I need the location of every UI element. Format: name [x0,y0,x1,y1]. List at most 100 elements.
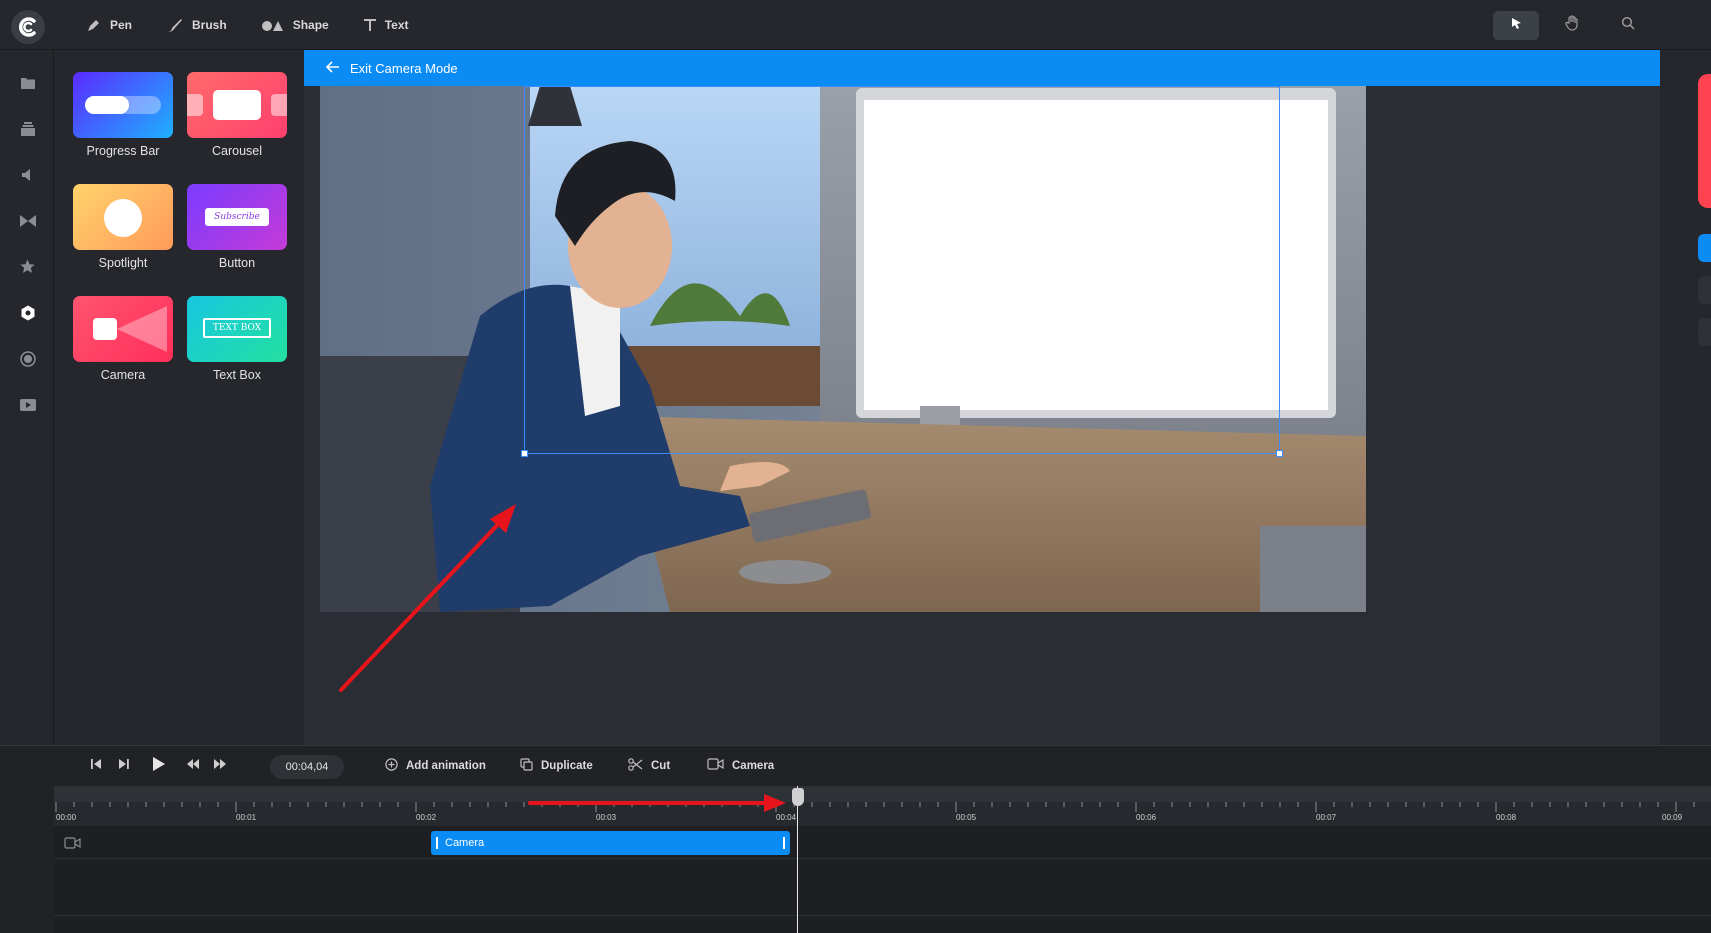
active-property-tab[interactable] [1698,234,1711,262]
text-label: Text [384,18,409,32]
shape-icon [261,18,285,32]
hand-tool-button[interactable] [1549,11,1595,40]
button-thumbnail: Subscribe [187,184,287,250]
view-tools [1493,11,1651,40]
widget-progress-bar[interactable]: Progress Bar [73,72,173,158]
ruler-tick-label: 00:00 [56,813,77,822]
progress-bar-thumbnail [73,72,173,138]
app-logo[interactable] [11,10,45,44]
record-icon[interactable] [19,350,36,367]
next-frame-button[interactable] [118,758,130,770]
add-animation-button[interactable]: Add animation [385,758,486,774]
top-toolbar: Pen Brush Shape Text [0,0,1711,50]
ruler-ticks [55,802,1695,812]
subscribe-sample: Subscribe [205,208,269,226]
widget-button[interactable]: Subscribe Button [187,184,287,270]
text-icon [363,18,377,32]
ruler-tick-label: 00:03 [596,813,617,822]
brush-label: Brush [192,18,227,32]
camera-clip-label: Camera [445,837,485,849]
shape-tool[interactable]: Shape [261,18,329,32]
widget-carousel[interactable]: Carousel [187,72,287,158]
ruler-tick-label: 00:01 [236,813,257,822]
drawing-tools: Pen Brush Shape Text [86,0,443,50]
select-icon [1509,16,1523,35]
search-icon [1621,16,1635,35]
empty-track [54,859,1711,916]
text-box-thumbnail: TEXT BOX [187,296,287,362]
timeline-controls: 00:04,04 Add animation Duplicate Cut Cam… [0,746,1711,786]
widget-label: Spotlight [98,256,148,270]
camera-thumbnail [73,296,173,362]
color-swatch-tab[interactable] [1698,74,1711,208]
audio-icon[interactable] [19,166,36,183]
camera-track: Camera [54,826,1711,859]
ruler-tick-label: 00:08 [1496,813,1517,822]
widget-camera[interactable]: Camera [73,296,173,382]
annotation-arrow-canvas [339,504,516,692]
timeline-ruler[interactable]: 00:00 00:01 00:02 00:03 00:04 00:05 00:06 00:07… [54,786,1711,826]
widget-text-box[interactable]: TEXT BOX Text Box [187,296,287,382]
skip-to-start-button[interactable] [90,758,102,770]
duplicate-button[interactable]: Duplicate [520,758,593,774]
ruler-tick-label: 00:06 [1136,813,1157,822]
pen-icon [86,17,102,33]
widget-label: Progress Bar [86,144,160,158]
cut-button[interactable]: Cut [628,758,670,774]
hand-icon [1564,15,1580,36]
ruler-tick-label: 00:09 [1662,813,1683,822]
fast-forward-button[interactable] [213,758,227,770]
camera-button[interactable]: Camera [707,758,774,773]
text-box-sample: TEXT BOX [203,318,271,338]
camera-icon [707,758,724,773]
text-tool[interactable]: Text [363,18,409,32]
left-icon-rail [0,50,54,745]
camera-clip[interactable]: Camera [431,831,790,855]
ruler-tick-label: 00:07 [1316,813,1337,822]
pen-label: Pen [110,18,133,32]
timeline-panel: 00:04,04 Add animation Duplicate Cut Cam… [0,745,1711,933]
shape-label: Shape [292,18,329,32]
timeline-annotation-arrow [528,794,786,812]
rewind-button[interactable] [186,758,200,770]
ruler-tick-label: 00:02 [416,813,437,822]
duplicate-label: Duplicate [541,760,593,772]
star-icon[interactable] [19,258,36,275]
scissors-icon [628,758,643,774]
property-tab[interactable] [1698,276,1711,304]
widget-label: Carousel [211,144,263,158]
widget-label: Camera [100,368,146,382]
pen-tool[interactable]: Pen [86,17,132,33]
select-tool-button[interactable] [1493,11,1539,40]
cut-label: Cut [651,760,671,772]
widget-icon[interactable] [19,304,36,321]
widget-label: Button [218,256,256,270]
duplicate-icon [520,758,533,774]
play-button[interactable] [152,756,166,772]
zoom-tool-button[interactable] [1605,11,1651,40]
brush-tool[interactable]: Brush [166,17,227,33]
brush-icon [166,17,184,33]
track-area: Camera [54,826,1711,933]
widgets-panel: Progress Bar Carousel Spotlight Subscrib… [54,50,304,745]
ruler-tick-label: 00:05 [956,813,977,822]
add-animation-label: Add animation [406,760,486,772]
spotlight-thumbnail [73,184,173,250]
plus-circle-icon [385,758,398,774]
widget-spotlight[interactable]: Spotlight [73,184,173,270]
widget-label: Text Box [213,368,261,382]
layers-icon[interactable] [19,120,36,137]
app-window: Pen Brush Shape Text Progress Bar Carous… [0,0,1711,933]
canvas-stage: Exit Camera Mode [304,50,1660,745]
right-properties-strip [1660,50,1711,745]
transition-icon[interactable] [19,212,36,229]
camera-track-icon [64,836,82,854]
scrub-bar[interactable] [54,786,1711,802]
property-tab[interactable] [1698,318,1711,346]
camera-label: Camera [732,759,775,772]
video-icon[interactable] [19,396,36,413]
ruler-tick-label: 00:04 [776,813,797,822]
carousel-thumbnail [187,72,287,138]
current-timecode[interactable]: 00:04,04 [270,755,344,779]
folder-icon[interactable] [19,74,36,91]
